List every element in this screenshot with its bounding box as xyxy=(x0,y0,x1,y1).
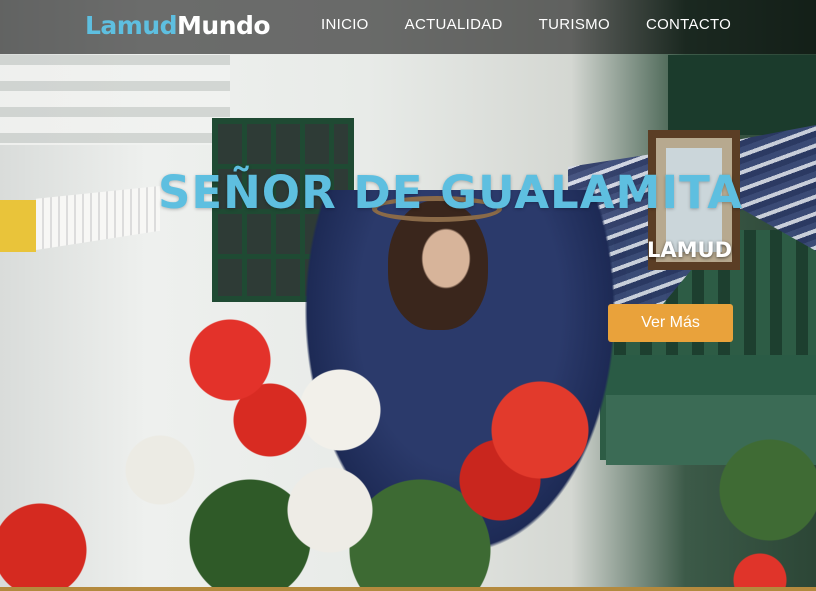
yellow-flag xyxy=(0,200,36,252)
brand-logo-part2: Mundo xyxy=(177,11,271,40)
bottom-strip xyxy=(0,587,816,591)
nav-item-actualidad[interactable]: ACTUALIDAD xyxy=(405,15,503,35)
brand-logo[interactable]: LamudMundo xyxy=(85,11,271,41)
ver-mas-button[interactable]: Ver Más xyxy=(608,304,733,342)
flower-arrangement xyxy=(0,300,700,591)
hero-subtitle: LAMUD xyxy=(646,238,732,262)
hero-banner: SEÑOR DE GUALAMITA LAMUD Ver Más xyxy=(0,0,816,591)
doorway xyxy=(668,55,816,135)
roof-eaves xyxy=(0,55,230,145)
nav-item-contacto[interactable]: CONTACTO xyxy=(646,15,731,35)
nav-item-turismo[interactable]: TURISMO xyxy=(539,15,610,35)
white-flag xyxy=(36,186,160,250)
hero-title: SEÑOR DE GUALAMITA xyxy=(158,166,744,219)
top-navbar: LamudMundo INICIO ACTUALIDAD TURISMO CON… xyxy=(0,0,816,54)
flower-arrangement-right xyxy=(700,430,816,591)
nav-menu: INICIO ACTUALIDAD TURISMO CONTACTO xyxy=(321,15,731,35)
brand-logo-part1: Lamud xyxy=(85,11,178,40)
nav-item-inicio[interactable]: INICIO xyxy=(321,15,369,35)
